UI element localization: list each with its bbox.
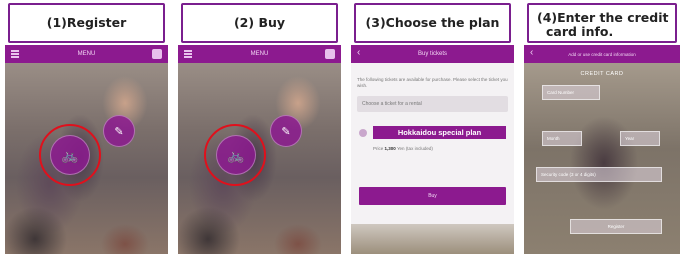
phone-screen: ‹ Add or use credit card information CRE… bbox=[524, 45, 680, 254]
step-label: (1)Register bbox=[8, 3, 165, 43]
step-label: (2) Buy bbox=[181, 3, 338, 43]
security-code-field[interactable]: Security code (3 or 4 digits) bbox=[536, 167, 662, 182]
app-bar-title: Buy tickets bbox=[417, 51, 447, 57]
menu-icon[interactable] bbox=[184, 50, 192, 58]
phone-screen: ‹ Buy tickets The following tickets are … bbox=[351, 45, 514, 254]
step-label-line1: (4)Enter the credit bbox=[537, 10, 669, 25]
card-title: CREDIT CARD bbox=[580, 71, 624, 77]
step-label: (3)Choose the plan bbox=[354, 3, 511, 43]
back-icon[interactable]: ‹ bbox=[357, 47, 360, 58]
back-icon[interactable]: ‹ bbox=[530, 47, 533, 58]
phone-screen: MENU 🚲 ✎ bbox=[178, 45, 341, 254]
plan-name[interactable]: Hokkaidou special plan bbox=[373, 126, 506, 139]
highlight-ring bbox=[39, 124, 101, 186]
profile-icon[interactable] bbox=[325, 49, 335, 59]
app-bar: ‹ Add or use credit card information bbox=[524, 45, 680, 63]
tag-icon[interactable]: ✎ bbox=[270, 115, 302, 147]
tag-icon[interactable]: ✎ bbox=[103, 115, 135, 147]
footer-photo bbox=[351, 224, 514, 254]
step-label: (4)Enter the credit card info. bbox=[527, 3, 677, 43]
step-panel-register: (1)Register MENU 🚲 ✎ bbox=[5, 0, 168, 254]
card-number-field[interactable]: Card Number bbox=[542, 85, 600, 100]
highlight-ring bbox=[204, 124, 266, 186]
plan-radio[interactable] bbox=[359, 129, 367, 137]
app-bar: MENU bbox=[5, 45, 168, 63]
background-photo: 🚲 ✎ bbox=[5, 63, 168, 254]
app-bar-title: MENU bbox=[250, 51, 269, 57]
profile-icon[interactable] bbox=[152, 49, 162, 59]
background-photo: 🚲 ✎ bbox=[178, 63, 341, 254]
price-label: Price bbox=[373, 146, 384, 151]
step-panel-credit-card: (4)Enter the credit card info. ‹ Add or … bbox=[524, 0, 680, 254]
price-note: Yen (tax included) bbox=[396, 146, 433, 151]
plan-price: Price 1,300 Yen (tax included) bbox=[373, 146, 433, 151]
price-value: 1,300 bbox=[384, 146, 396, 151]
intro-text: The following tickets are available for … bbox=[357, 77, 508, 88]
register-button[interactable]: Register bbox=[570, 219, 662, 234]
plan-body: The following tickets are available for … bbox=[351, 63, 514, 254]
step-panel-choose-plan: (3)Choose the plan ‹ Buy tickets The fol… bbox=[351, 0, 514, 254]
year-field[interactable]: Year bbox=[620, 131, 660, 146]
app-bar-title: MENU bbox=[77, 51, 96, 57]
step-label-line2: card info. bbox=[546, 24, 614, 40]
app-bar: MENU bbox=[178, 45, 341, 63]
plan-select[interactable]: Choose a ticket for a rental bbox=[357, 96, 508, 112]
buy-button[interactable]: Buy bbox=[359, 187, 506, 205]
step-panel-buy: (2) Buy MENU 🚲 ✎ bbox=[178, 0, 341, 254]
background-photo: CREDIT CARD Card Number Month Year Secur… bbox=[524, 63, 680, 254]
month-field[interactable]: Month bbox=[542, 131, 582, 146]
app-bar: ‹ Buy tickets bbox=[351, 45, 514, 63]
phone-screen: MENU 🚲 ✎ bbox=[5, 45, 168, 254]
menu-icon[interactable] bbox=[11, 50, 19, 58]
app-bar-title: Add or use credit card information bbox=[568, 51, 636, 57]
